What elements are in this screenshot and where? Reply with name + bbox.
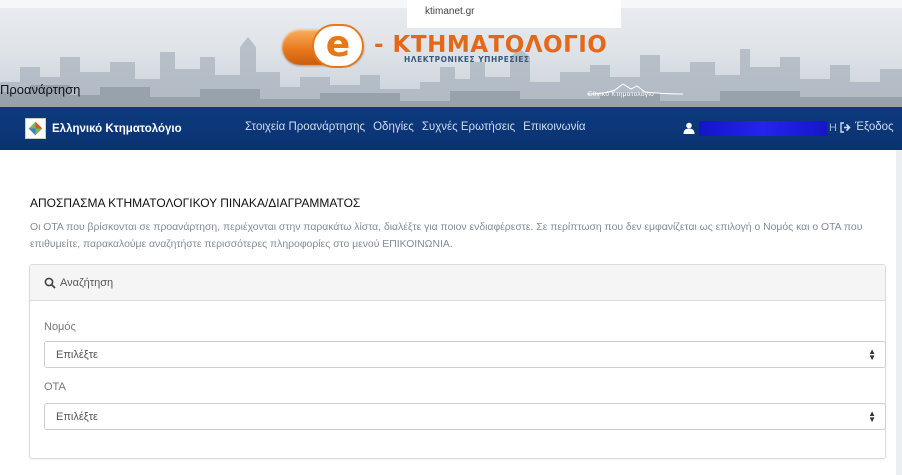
- nomos-select[interactable]: Επιλέξτε ▲ ▼: [44, 341, 886, 368]
- user-icon: [683, 122, 695, 134]
- logo-subtitle: ΗΛΕΚΤΡΟΝΙΚΕΣ ΥΠΗΡΕΣΙΕΣ: [404, 55, 530, 64]
- page-title: ΑΠΟΣΠΑΣΜΑ ΚΤΗΜΑΤΟΛΟΓΙΚΟΥ ΠΙΝΑΚΑ/ΔΙΑΓΡΑΜΜ…: [30, 196, 361, 210]
- ek-logo-text: Εθνικό Κτηματολόγιο: [588, 91, 654, 98]
- nav-item-faq[interactable]: Συχνές Ερωτήσεις: [422, 121, 515, 133]
- nav-item-instructions[interactable]: Οδηγίες: [373, 121, 414, 133]
- search-panel-header: Αναζήτηση: [30, 265, 885, 301]
- search-icon: [44, 277, 56, 289]
- user-name-tail: Η: [829, 122, 837, 134]
- search-panel: Αναζήτηση Νομός Επιλέξτε ▲ ▼ ΟΤΑ Επιλέξτε…: [29, 264, 886, 459]
- intro-text: Οι ΟΤΑ που βρίσκονται σε προανάρτηση, πε…: [30, 222, 863, 250]
- logout-link[interactable]: Έξοδος: [840, 121, 894, 133]
- user-name-redacted[interactable]: [699, 121, 827, 136]
- logo-e-icon: e: [312, 24, 364, 68]
- nav-item-contact[interactable]: Επικοινωνία: [523, 121, 585, 133]
- header-banner: ktimanet.gr e - ΚΤΗΜΑΤΟΛΟΓΙΟ ΗΛΕΚΤΡΟΝΙΚΕ…: [0, 0, 902, 107]
- page-scroll-edge: [896, 150, 902, 475]
- nav-item-preregistration-data[interactable]: Στοιχεία Προανάρτησης: [245, 121, 365, 133]
- url-label: ktimanet.gr: [407, 0, 621, 28]
- brand-link[interactable]: Ελληνικό Κτηματολόγιο: [52, 123, 182, 135]
- logout-label: Έξοδος: [855, 121, 894, 133]
- navbar: Ελληνικό Κτηματολόγιο Στοιχεία Προανάρτη…: [0, 107, 902, 150]
- brand-logo-icon[interactable]: [25, 118, 46, 139]
- ota-select-value: Επιλέξτε: [56, 411, 98, 423]
- nomos-label: Νομός: [44, 321, 76, 333]
- nomos-select-value: Επιλέξτε: [56, 349, 98, 361]
- sign-out-icon: [840, 121, 851, 133]
- select-caret-icon: ▲ ▼: [868, 409, 876, 424]
- select-caret-icon: ▲ ▼: [868, 347, 876, 362]
- nav-menu: Στοιχεία Προανάρτησης Οδηγίες Συχνές Ερω…: [245, 121, 594, 133]
- search-panel-title: Αναζήτηση: [60, 276, 114, 289]
- ota-label: ΟΤΑ: [44, 381, 66, 393]
- page-label: Προανάρτηση: [0, 82, 81, 97]
- ota-select[interactable]: Επιλέξτε ▲ ▼: [44, 403, 886, 430]
